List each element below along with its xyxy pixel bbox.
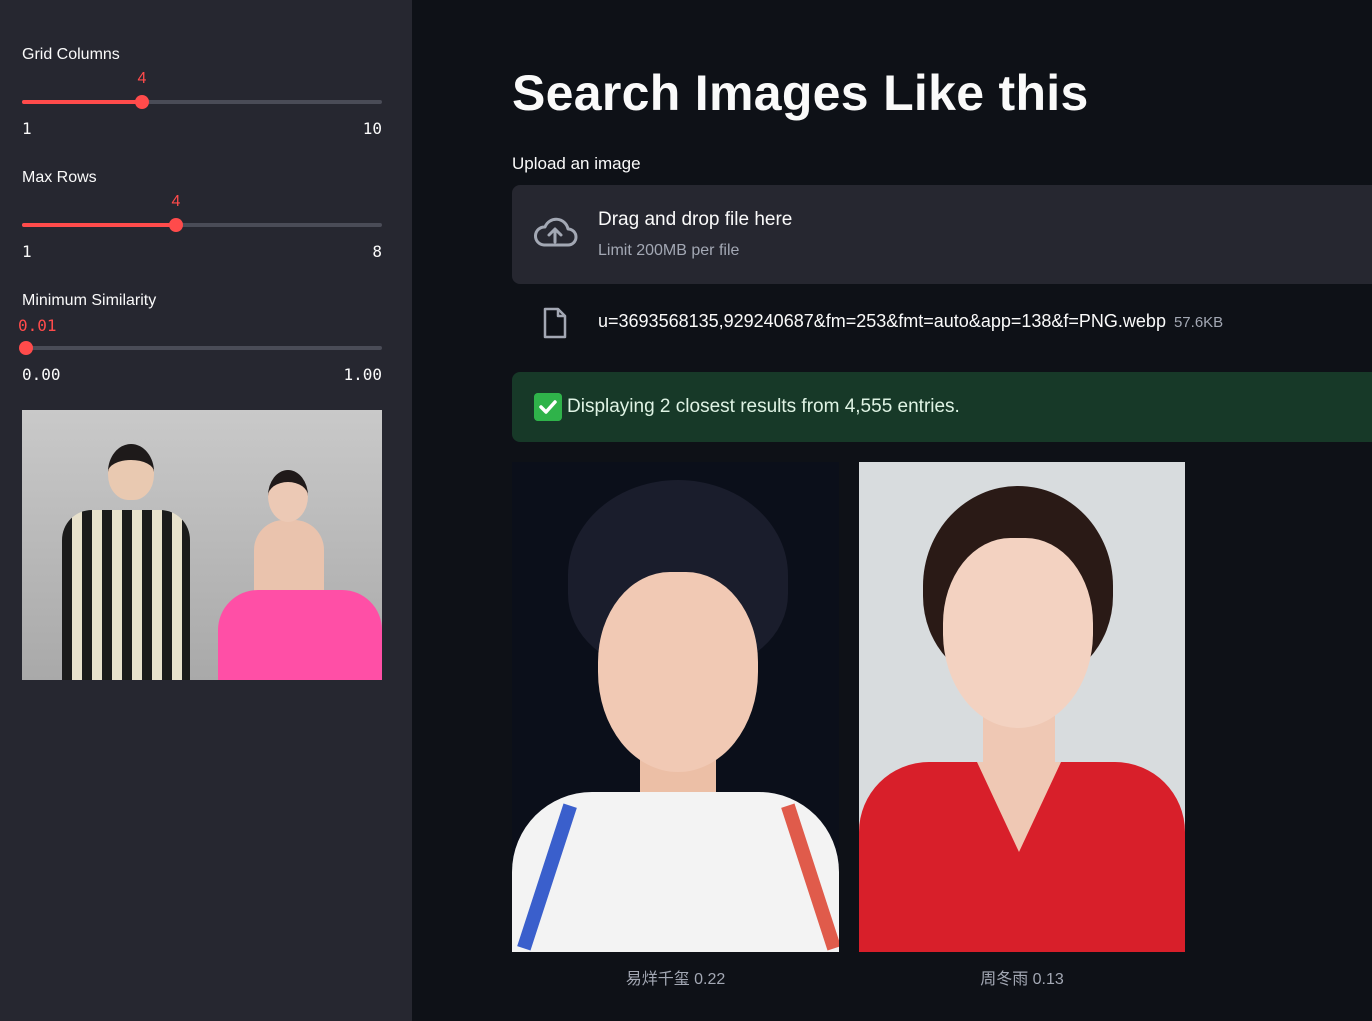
pink-dress (218, 590, 382, 680)
slider-max: 10 (362, 119, 382, 138)
file-dropzone[interactable]: Drag and drop file here Limit 200MB per … (512, 185, 1372, 284)
sidebar: Grid Columns 4 1 10 Max Rows 4 1 8 Minim… (0, 0, 412, 1021)
uploaded-file: u=3693568135,929240687&fm=253&fmt=auto&a… (512, 300, 1372, 346)
file-icon (543, 307, 567, 339)
slider-track[interactable] (22, 95, 382, 109)
upload-label: Upload an image (512, 154, 641, 173)
file-size: 57.6KB (1173, 314, 1224, 331)
max-rows-slider[interactable]: Max Rows 4 1 8 (22, 169, 382, 279)
result-caption-1: 易烊千玺 0.22 (625, 971, 726, 988)
face (943, 538, 1093, 728)
slider-value: 4 (137, 70, 147, 87)
result-caption-2: 周冬雨 0.13 (980, 971, 1064, 988)
slider-label: Max Rows (22, 169, 97, 186)
grid-columns-slider[interactable]: Grid Columns 4 1 10 (22, 46, 382, 156)
dropzone-title: Drag and drop file here (598, 209, 793, 230)
result-image-2 (859, 462, 1185, 952)
slider-thumb[interactable] (169, 218, 183, 232)
slider-track[interactable] (22, 218, 382, 232)
slider-min: 1 (22, 242, 32, 261)
slider-track[interactable] (19, 341, 382, 355)
minimum-similarity-slider[interactable]: Minimum Similarity 0.01 0.00 1.00 (18, 292, 382, 402)
person-head (268, 470, 308, 522)
status-alert: Displaying 2 closest results from 4,555 … (512, 372, 1372, 442)
slider-max: 8 (372, 242, 382, 261)
query-image-preview (22, 410, 382, 680)
face (598, 572, 758, 772)
check-icon (534, 393, 562, 421)
slider-label: Grid Columns (22, 46, 120, 63)
file-name-wrap: u=3693568135,929240687&fm=253&fmt=auto&a… (598, 311, 1223, 332)
page-title: Search Images Like this (512, 65, 1089, 121)
result-image-1 (512, 462, 839, 952)
slider-min: 0.00 (22, 365, 61, 384)
slider-value: 0.01 (18, 316, 57, 335)
status-message: Displaying 2 closest results from 4,555 … (567, 396, 960, 417)
dropzone-limit: Limit 200MB per file (598, 242, 740, 259)
slider-fill (22, 100, 142, 104)
person-figure (62, 510, 190, 680)
slider-thumb[interactable] (135, 95, 149, 109)
slider-fill (22, 223, 176, 227)
slider-max: 1.00 (343, 365, 382, 384)
person-head (108, 444, 154, 500)
slider-value: 4 (171, 193, 181, 210)
person-neck (254, 520, 324, 600)
file-name: u=3693568135,929240687&fm=253&fmt=auto&a… (598, 311, 1166, 331)
neckline (977, 762, 1061, 852)
slider-min: 1 (22, 119, 32, 138)
cloud-upload-icon (534, 217, 578, 247)
slider-thumb[interactable] (19, 341, 33, 355)
slider-label: Minimum Similarity (22, 292, 157, 309)
